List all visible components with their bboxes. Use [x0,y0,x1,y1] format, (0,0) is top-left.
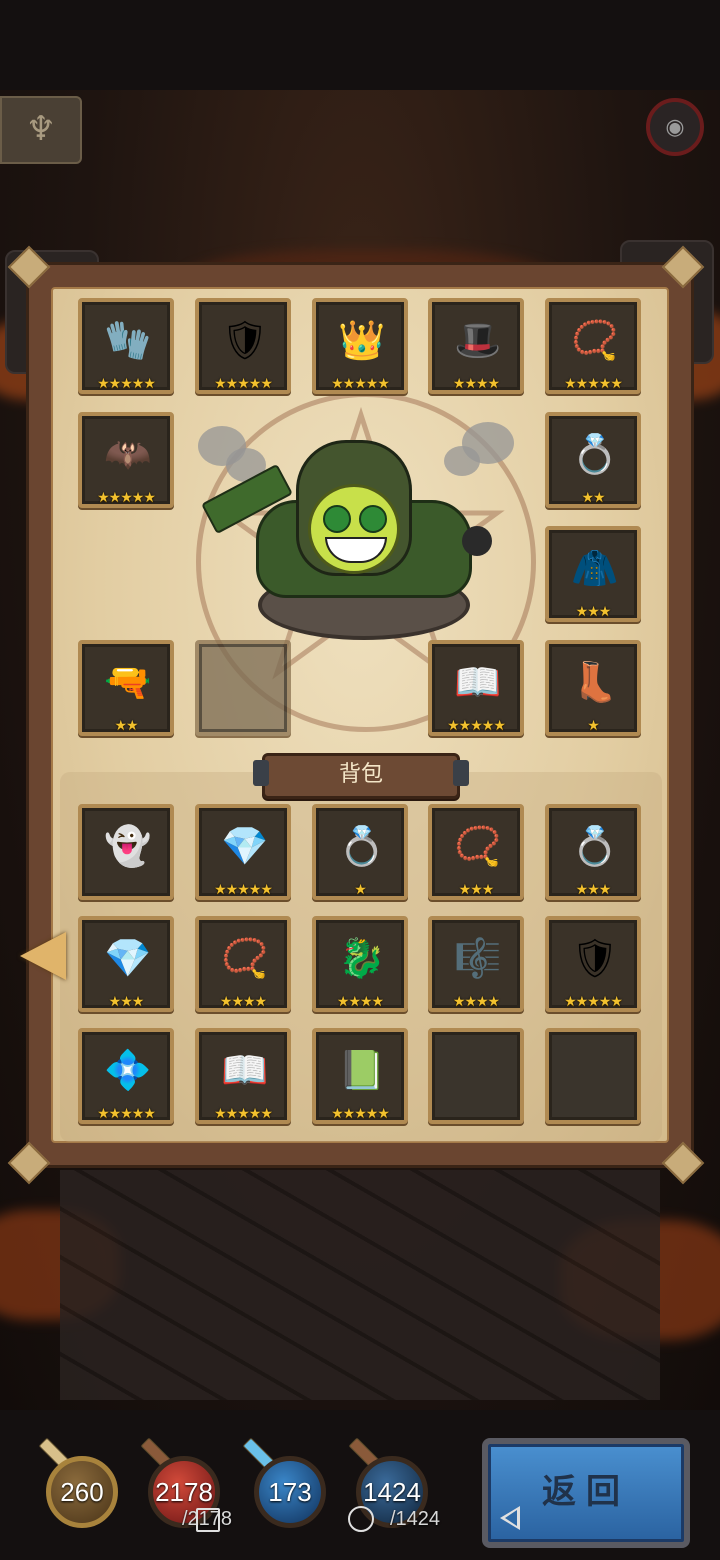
bag-item-slot[interactable]: 📖 ★★★★★ [195,1028,291,1124]
stone-floor [60,1170,660,1400]
equipment-slot[interactable]: 🧤 ★★★★★ [78,298,174,394]
star-rating: ★★★★★ [97,1106,156,1122]
recents-icon[interactable] [196,1508,220,1532]
bag-item-slot[interactable]: 💎 ★★★★★ [195,804,291,900]
empty [450,1042,506,1098]
bag-item-slot[interactable]: 💍 ★ [312,804,408,900]
star-rating: ★★★ [575,882,612,898]
star-rating: ★★★★★ [331,376,390,392]
left-arrow-icon[interactable] [20,932,66,980]
star-rating: ★★★★★ [447,718,506,734]
star-rating: ★★★★★ [564,376,623,392]
gold-book-icon: 📖 [221,1048,269,1092]
bag-item-slot[interactable]: 👻 [78,804,174,900]
equipment-slot[interactable]: 🧥 ★★★ [545,526,641,622]
barrel-icon [462,526,492,556]
flaming-crown-icon: 👑 [338,318,386,362]
shield-max: /1424 [390,1508,441,1530]
candelabra-icon[interactable]: ♆ [0,96,82,164]
locked-slot-icon [217,654,273,710]
hero-character [198,420,514,640]
purple-crystal-icon: 💎 [221,824,269,868]
smiling-face [308,484,400,574]
equipment-slot[interactable]: 📖 ★★★★★ [428,640,524,736]
star-rating: ★★★★ [452,994,500,1010]
ghost-icon: 👻 [104,824,152,868]
gold-belt-icon: 💠 [104,1048,152,1092]
star-rating: ★★ [114,718,138,734]
star-rating: ★★★★★ [97,490,156,506]
star-rating: ★★★★★ [564,994,623,1010]
bag-item-slot[interactable]: 📿 ★★★★ [195,916,291,1012]
star-rating: ★★★ [575,604,612,620]
bag-item-slot[interactable] [545,1028,641,1124]
green-cloak-icon: 🧥 [571,546,619,590]
bag-title: 背包 [253,753,469,799]
attack-stat: 260 [46,1456,118,1528]
equipment-slot[interactable]: 💍 ★★ [545,412,641,508]
purple-armor-icon: 🛡 [220,318,270,362]
star-rating: ★★★★★ [214,882,273,898]
star-rating: ★★ [581,490,605,506]
star-rating: ★★★ [108,994,145,1010]
star-rating: ★★★★★ [214,376,273,392]
star-rating: ★★★★ [219,994,267,1010]
star-rating: ★ [354,882,367,898]
empty [567,1042,623,1098]
smoke-puff [444,446,480,476]
star-rating: ★★★ [458,882,495,898]
bag-item-slot[interactable]: 💎 ★★★ [78,916,174,1012]
star-rating: ★★★★ [336,994,384,1010]
equipment-slot[interactable]: 📿 ★★★★★ [545,298,641,394]
bag-item-slot[interactable]: 🛡 ★★★★★ [545,916,641,1012]
grin [325,537,387,563]
dragon-ring-icon: 🐉 [338,936,386,980]
bag-item-slot[interactable]: 💍 ★★★ [545,804,641,900]
equipment-slot[interactable] [195,640,291,736]
gold-armor-icon: 🛡 [570,936,620,980]
eye [359,505,387,533]
harp-icon: 🎼 [454,936,502,980]
bag-item-slot[interactable]: 📿 ★★★ [428,804,524,900]
equipment-slot[interactable]: 🎩 ★★★★ [428,298,524,394]
star-rating: ★★★★★ [331,1106,390,1122]
green-gun-icon: 🔫 [104,660,152,704]
blue-necklace-icon: 📿 [454,824,502,868]
star-rating: ★★★★ [452,376,500,392]
helmet-menu-icon[interactable]: ◉ [646,98,704,156]
mana-stat: 173 [254,1456,326,1528]
equipment-slot[interactable]: 👑 ★★★★★ [312,298,408,394]
star-rating: ★ [587,718,600,734]
bag-item-slot[interactable]: 🎼 ★★★★ [428,916,524,1012]
equipment-slot[interactable]: 🦇 ★★★★★ [78,412,174,508]
equipment-slot[interactable]: 🛡 ★★★★★ [195,298,291,394]
silver-ring-icon: 💍 [338,824,386,868]
gold-ring-icon: 💍 [571,824,619,868]
purple-glove-icon: 🧤 [104,318,152,362]
bag-item-slot[interactable] [428,1028,524,1124]
bag-item-slot[interactable]: 💠 ★★★★★ [78,1028,174,1124]
bag-item-slot[interactable]: 📗 ★★★★★ [312,1028,408,1124]
back-icon[interactable] [500,1506,520,1530]
star-rating: ★★★★★ [97,376,156,392]
silver-ring-icon: 💍 [571,432,619,476]
star-necklace-icon: 📿 [571,318,619,362]
pendant-necklace-icon: 📿 [221,936,269,980]
home-icon[interactable] [348,1506,374,1532]
fire-book-icon: 📖 [454,660,502,704]
purple-belt-icon: 🦇 [104,432,152,476]
return-button[interactable]: 返回 [482,1438,690,1548]
green-boots-icon: 👢 [571,660,619,704]
wind-book-icon: 📗 [338,1048,386,1092]
dark-hat-icon: 🎩 [454,318,502,362]
eye [323,505,351,533]
equipment-slot[interactable]: 🔫 ★★ [78,640,174,736]
equipment-slot[interactable]: 👢 ★ [545,640,641,736]
ruby-ring-icon: 💎 [104,936,152,980]
bag-item-slot[interactable]: 🐉 ★★★★ [312,916,408,1012]
star-rating: ★★★★★ [214,1106,273,1122]
